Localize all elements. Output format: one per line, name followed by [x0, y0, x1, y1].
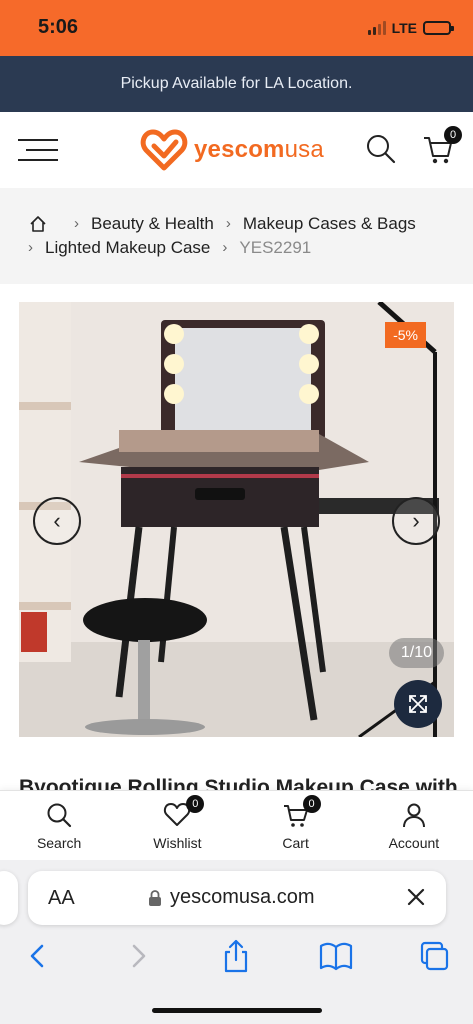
battery-icon — [423, 21, 454, 35]
chevron-left-icon: ‹ — [53, 508, 61, 533]
nav-wishlist[interactable]: 0 Wishlist — [118, 791, 236, 860]
search-icon — [47, 803, 72, 828]
discount-badge: -5% — [385, 322, 426, 348]
user-icon — [402, 803, 425, 828]
logo-text: yescomusa — [194, 136, 324, 163]
chevron-right-icon: › — [74, 215, 79, 232]
breadcrumb-link[interactable]: Beauty & Health — [91, 212, 214, 236]
gallery-next-button[interactable]: › — [392, 497, 440, 545]
nav-cart[interactable]: 0 Cart — [237, 791, 355, 860]
status-time: 5:06 — [38, 16, 79, 38]
bottom-nav: Search 0 Wishlist 0 Cart Account — [0, 790, 473, 860]
product-image — [19, 302, 454, 737]
header-cart-button[interactable]: 0 — [422, 126, 462, 166]
browser-toolbar — [0, 938, 473, 978]
image-counter: 1/10 — [388, 638, 444, 668]
nav-label: Account — [388, 835, 440, 851]
status-bar: 5:06 LTE — [0, 0, 473, 56]
nav-search[interactable]: Search — [0, 791, 118, 860]
wishlist-count-badge: 0 — [186, 795, 205, 813]
signal-icon — [367, 21, 386, 35]
chevron-right-icon: › — [28, 239, 33, 256]
chevron-right-icon: › — [412, 508, 420, 533]
cart-count-badge: 0 — [302, 795, 321, 813]
breadcrumb-link[interactable]: Lighted Makeup Case — [45, 236, 210, 260]
network-label: LTE — [391, 20, 417, 36]
chevron-right-icon: › — [225, 215, 231, 232]
status-indicators: LTE — [367, 20, 454, 36]
forward-icon[interactable] — [122, 938, 154, 974]
text-size-button[interactable]: AA — [48, 887, 75, 910]
logo-heart-icon — [140, 129, 188, 171]
zoom-button[interactable] — [394, 680, 442, 728]
chevron-right-icon: › — [222, 239, 228, 256]
home-indicator — [152, 1008, 322, 1013]
promo-banner[interactable]: Pickup Available for LA Location. — [0, 56, 473, 112]
gallery-prev-button[interactable]: ‹ — [33, 497, 81, 545]
bookmarks-icon[interactable] — [318, 938, 354, 974]
address-bar[interactable]: AA yescomusa.com — [28, 871, 446, 925]
expand-icon — [409, 695, 427, 713]
tabs-icon[interactable] — [418, 938, 450, 974]
breadcrumb-current: YES2291 — [239, 238, 312, 257]
home-icon[interactable] — [28, 214, 48, 234]
product-gallery[interactable]: -5% ‹ › 1/10 — [19, 302, 454, 737]
menu-icon[interactable] — [18, 139, 58, 161]
breadcrumb-link[interactable]: Makeup Cases & Bags — [243, 212, 416, 236]
nav-account[interactable]: Account — [355, 791, 473, 860]
cart-count-badge: 0 — [444, 126, 462, 144]
site-logo[interactable]: yescomusa — [140, 128, 324, 172]
site-header: yescomusa 0 — [0, 112, 473, 188]
header-search-button[interactable] — [364, 132, 398, 166]
close-icon[interactable] — [404, 885, 428, 909]
url-display[interactable]: yescomusa.com — [148, 886, 315, 909]
nav-label: Search — [36, 835, 82, 851]
back-icon[interactable] — [22, 938, 54, 974]
nav-label: Cart — [282, 835, 309, 851]
share-icon[interactable] — [220, 938, 252, 974]
browser-chrome: AA yescomusa.com — [0, 860, 473, 1024]
previous-tab-peek[interactable] — [0, 871, 18, 925]
nav-label: Wishlist — [153, 835, 202, 851]
search-icon — [367, 135, 396, 164]
breadcrumb: › Beauty & Health › Makeup Cases & Bags … — [0, 188, 473, 284]
url-text: yescomusa.com — [170, 886, 315, 908]
lock-icon — [149, 889, 161, 906]
